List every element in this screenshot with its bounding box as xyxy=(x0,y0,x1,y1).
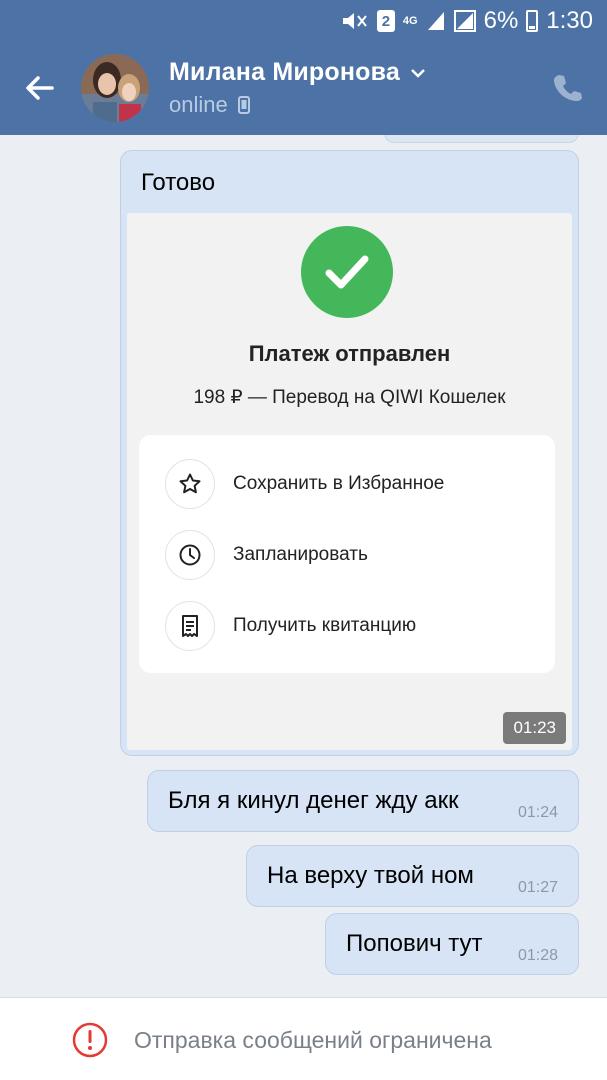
attached-screenshot[interactable]: Платеж отправлен 198 ₽ — Перевод на QIWI… xyxy=(127,213,572,750)
signal-icon-2 xyxy=(453,10,476,32)
previous-message-bubble xyxy=(384,135,579,143)
chat-header: Милана Миронова online xyxy=(0,42,607,135)
star-icon xyxy=(165,459,215,509)
message-restricted-bar: Отправка сообщений ограничена xyxy=(0,997,607,1080)
message-time: 01:27 xyxy=(517,879,558,896)
message-text: Готово xyxy=(141,169,216,196)
sim-icon: 2 xyxy=(376,10,395,32)
action-label: Сохранить в Избранное xyxy=(233,473,445,494)
payment-title: Платеж отправлен xyxy=(248,341,451,366)
checkmark-icon xyxy=(301,226,393,318)
action-label: Получить квитанцию xyxy=(233,615,417,636)
signal-icon xyxy=(426,10,446,32)
battery-icon xyxy=(526,10,539,32)
contact-name-row[interactable]: Милана Миронова xyxy=(169,58,426,87)
clock-icon xyxy=(165,530,215,580)
payment-actions: Сохранить в Избранное Запланировать Полу… xyxy=(139,435,555,673)
action-schedule: Запланировать xyxy=(165,530,368,580)
receipt-icon xyxy=(165,601,215,651)
message-bubble[interactable]: Бля я кинул денег жду акк 01:24 xyxy=(147,770,579,832)
chat-area[interactable]: Готово Платеж отправлен 198 ₽ — Перевод … xyxy=(0,135,607,997)
message-text: Бля я кинул денег жду акк xyxy=(168,787,459,814)
status-bar: 2 4G 6% 1:30 xyxy=(0,0,607,42)
message-text: На верху твой ном xyxy=(267,862,474,889)
network-type-label: 4G xyxy=(402,15,418,27)
exclamation-circle-icon xyxy=(72,1022,108,1058)
network-type-icon: 4G xyxy=(402,15,418,27)
action-label: Запланировать xyxy=(233,544,368,565)
message-text: Попович тут xyxy=(346,930,483,957)
message-time: 01:24 xyxy=(517,804,558,821)
message-bubble[interactable]: Готово Платеж отправлен 198 ₽ — Перевод … xyxy=(120,150,579,756)
presence-status: online xyxy=(169,92,250,118)
phone-icon[interactable] xyxy=(551,72,583,104)
mobile-icon xyxy=(237,96,250,114)
message-bubble[interactable]: Попович тут 01:28 xyxy=(325,913,579,975)
back-arrow-icon[interactable] xyxy=(22,70,58,106)
avatar[interactable] xyxy=(81,54,149,122)
message-time: 01:23 xyxy=(503,712,566,744)
message-bubble[interactable]: На верху твой ном 01:27 xyxy=(246,845,579,907)
status-icons: 2 4G 6% 1:30 xyxy=(339,6,593,36)
mute-icon xyxy=(339,10,369,32)
battery-percent: 6% xyxy=(483,7,519,34)
action-save-favorite: Сохранить в Избранное xyxy=(165,459,444,509)
message-time: 01:28 xyxy=(517,947,558,964)
clock: 1:30 xyxy=(546,7,593,34)
presence-label: online xyxy=(169,92,228,117)
chevron-down-icon[interactable] xyxy=(410,67,426,79)
payment-subtitle: 198 ₽ — Перевод на QIWI Кошелек xyxy=(193,387,506,408)
restriction-notice: Отправка сообщений ограничена xyxy=(134,1027,492,1053)
contact-name[interactable]: Милана Миронова xyxy=(169,58,400,86)
action-get-receipt: Получить квитанцию xyxy=(165,601,416,651)
